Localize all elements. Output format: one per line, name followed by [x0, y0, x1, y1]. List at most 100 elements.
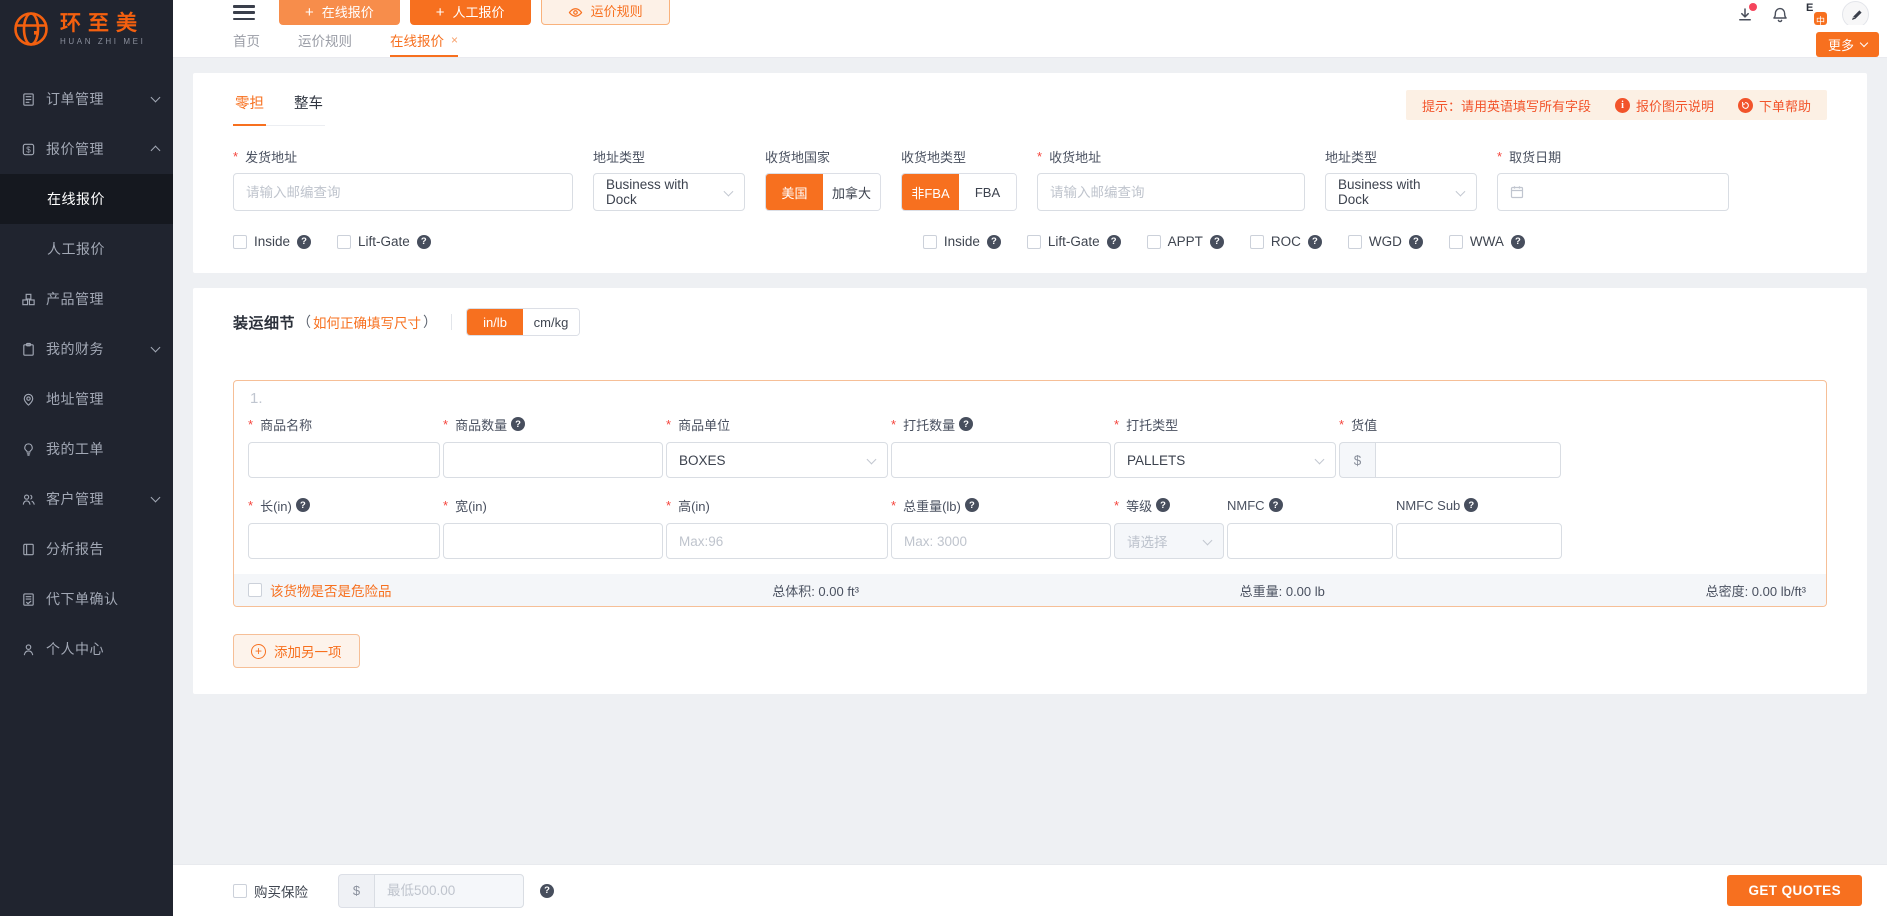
- hazard-checkbox-row[interactable]: 该货物是否是危险品: [248, 580, 392, 600]
- footer-bar: 购买保险 $ GET QUOTES: [173, 865, 1887, 916]
- close-icon[interactable]: [451, 33, 458, 47]
- new-manual-quote-button[interactable]: 人工报价: [410, 0, 531, 25]
- brand-logo[interactable]: 环至美 HUAN ZHI MEI: [0, 0, 173, 58]
- sidebar-item-quote-management[interactable]: $ 报价管理: [0, 124, 173, 174]
- help-icon[interactable]: [1308, 235, 1322, 249]
- width-input[interactable]: [443, 523, 663, 559]
- delivery-service-wwa[interactable]: WWA: [1449, 234, 1525, 249]
- dimension-help-link[interactable]: 如何正确填写尺寸: [313, 312, 421, 332]
- checkbox[interactable]: [233, 235, 247, 249]
- country-ca-option[interactable]: 加拿大: [823, 174, 880, 210]
- insurance-amount-input[interactable]: [374, 874, 524, 908]
- checkbox[interactable]: [1147, 235, 1161, 249]
- checkbox[interactable]: [1027, 235, 1041, 249]
- length-input[interactable]: [248, 523, 440, 559]
- bell-icon[interactable]: [1770, 5, 1790, 25]
- sidebar-item-product-management[interactable]: 产品管理: [0, 274, 173, 324]
- help-icon[interactable]: [417, 235, 431, 249]
- sidebar-item-order-management[interactable]: 订单管理: [0, 74, 173, 124]
- help-icon[interactable]: [297, 235, 311, 249]
- insurance-checkbox-row[interactable]: 购买保险: [233, 881, 308, 901]
- non-fba-option[interactable]: 非FBA: [902, 174, 959, 210]
- unit-imperial-option[interactable]: in/lb: [467, 309, 523, 335]
- help-icon[interactable]: [965, 498, 979, 512]
- pickup-address-type-select[interactable]: Business with Dock: [593, 173, 745, 211]
- delivery-service-appt[interactable]: APPT: [1147, 234, 1224, 249]
- fba-option[interactable]: FBA: [959, 174, 1016, 210]
- height-input[interactable]: [666, 523, 888, 559]
- freight-class-select[interactable]: 请选择: [1114, 523, 1224, 559]
- delivery-service-liftgate[interactable]: Lift-Gate: [1027, 234, 1121, 249]
- pallet-quantity-input[interactable]: [891, 442, 1111, 478]
- checkbox[interactable]: [923, 235, 937, 249]
- field-nmfc: NMFC: [1227, 488, 1393, 559]
- translate-zh-glyph: [1814, 12, 1827, 25]
- pickup-date-input[interactable]: [1497, 173, 1729, 211]
- translate-icon[interactable]: [1805, 4, 1827, 25]
- tab-online-quote[interactable]: 在线报价: [390, 25, 458, 57]
- item-totals-bar: 该货物是否是危险品 总体积: 0.00 ft³ 总重量: 0.00 lb 总密度…: [234, 574, 1826, 606]
- sidebar-item-my-finance[interactable]: 我的财务: [0, 324, 173, 374]
- checkbox[interactable]: [1348, 235, 1362, 249]
- new-online-quote-button[interactable]: 在线报价: [279, 0, 400, 25]
- sidebar-item-address-management[interactable]: 地址管理: [0, 374, 173, 424]
- order-help-link[interactable]: 下单帮助: [1738, 96, 1811, 115]
- help-icon[interactable]: [1156, 498, 1170, 512]
- total-weight-input[interactable]: [891, 523, 1111, 559]
- dest-address-input[interactable]: [1037, 173, 1305, 211]
- add-item-button[interactable]: 添加另一项: [233, 634, 360, 668]
- country-us-option[interactable]: 美国: [766, 174, 823, 210]
- nmfc-sub-input[interactable]: [1396, 523, 1562, 559]
- help-icon[interactable]: [1210, 235, 1224, 249]
- checkbox[interactable]: [233, 884, 247, 898]
- download-icon[interactable]: [1735, 5, 1755, 25]
- page-tabs: 首页 运价规则 在线报价 更多: [173, 25, 1887, 58]
- help-icon[interactable]: [296, 498, 310, 512]
- pickup-address-input[interactable]: [233, 173, 573, 211]
- tab-rate-rules[interactable]: 运价规则: [298, 25, 352, 57]
- rate-rules-button[interactable]: 运价规则: [541, 0, 670, 25]
- sidebar-item-customer-management[interactable]: 客户管理: [0, 474, 173, 524]
- pickup-service-liftgate[interactable]: Lift-Gate: [337, 234, 431, 249]
- help-icon[interactable]: [1269, 498, 1283, 512]
- delivery-service-roc[interactable]: ROC: [1250, 234, 1322, 249]
- nmfc-input[interactable]: [1227, 523, 1393, 559]
- tab-ltl[interactable]: 零担: [233, 90, 266, 126]
- help-icon[interactable]: [511, 417, 525, 431]
- dest-address-type-select[interactable]: Business with Dock: [1325, 173, 1477, 211]
- avatar[interactable]: [1842, 1, 1869, 28]
- help-icon[interactable]: [1511, 235, 1525, 249]
- product-name-input[interactable]: [248, 442, 440, 478]
- delivery-service-inside[interactable]: Inside: [923, 234, 1001, 249]
- sidebar-item-analysis-report[interactable]: 分析报告: [0, 524, 173, 574]
- tab-home[interactable]: 首页: [233, 25, 260, 57]
- help-icon[interactable]: [987, 235, 1001, 249]
- map-pin-icon: [20, 391, 36, 407]
- delivery-service-wgd[interactable]: WGD: [1348, 234, 1423, 249]
- product-quantity-input[interactable]: [443, 442, 663, 478]
- sidebar-item-personal-center[interactable]: 个人中心: [0, 624, 173, 674]
- help-icon[interactable]: [540, 884, 554, 898]
- tab-ftl[interactable]: 整车: [292, 90, 325, 126]
- pallet-type-select[interactable]: PALLETS: [1114, 442, 1336, 478]
- sidebar-item-online-quote[interactable]: 在线报价: [0, 174, 173, 224]
- sidebar-item-proxy-order-confirm[interactable]: 代下单确认: [0, 574, 173, 624]
- checkbox[interactable]: [248, 583, 262, 597]
- more-button[interactable]: 更多: [1816, 32, 1879, 57]
- help-icon[interactable]: [1464, 498, 1478, 512]
- hamburger-menu-icon[interactable]: [233, 5, 255, 20]
- checkbox[interactable]: [1449, 235, 1463, 249]
- help-icon[interactable]: [959, 417, 973, 431]
- checkbox[interactable]: [1250, 235, 1264, 249]
- help-icon[interactable]: [1409, 235, 1423, 249]
- sidebar-item-my-tickets[interactable]: 我的工单: [0, 424, 173, 474]
- sidebar-item-manual-quote[interactable]: 人工报价: [0, 224, 173, 274]
- cargo-value-input[interactable]: [1375, 442, 1561, 478]
- pickup-service-inside[interactable]: Inside: [233, 234, 311, 249]
- help-icon[interactable]: [1107, 235, 1121, 249]
- get-quotes-button[interactable]: GET QUOTES: [1727, 875, 1862, 906]
- quote-guide-link[interactable]: 报价图示说明: [1615, 96, 1714, 115]
- unit-metric-option[interactable]: cm/kg: [523, 309, 579, 335]
- checkbox[interactable]: [337, 235, 351, 249]
- product-unit-select[interactable]: BOXES: [666, 442, 888, 478]
